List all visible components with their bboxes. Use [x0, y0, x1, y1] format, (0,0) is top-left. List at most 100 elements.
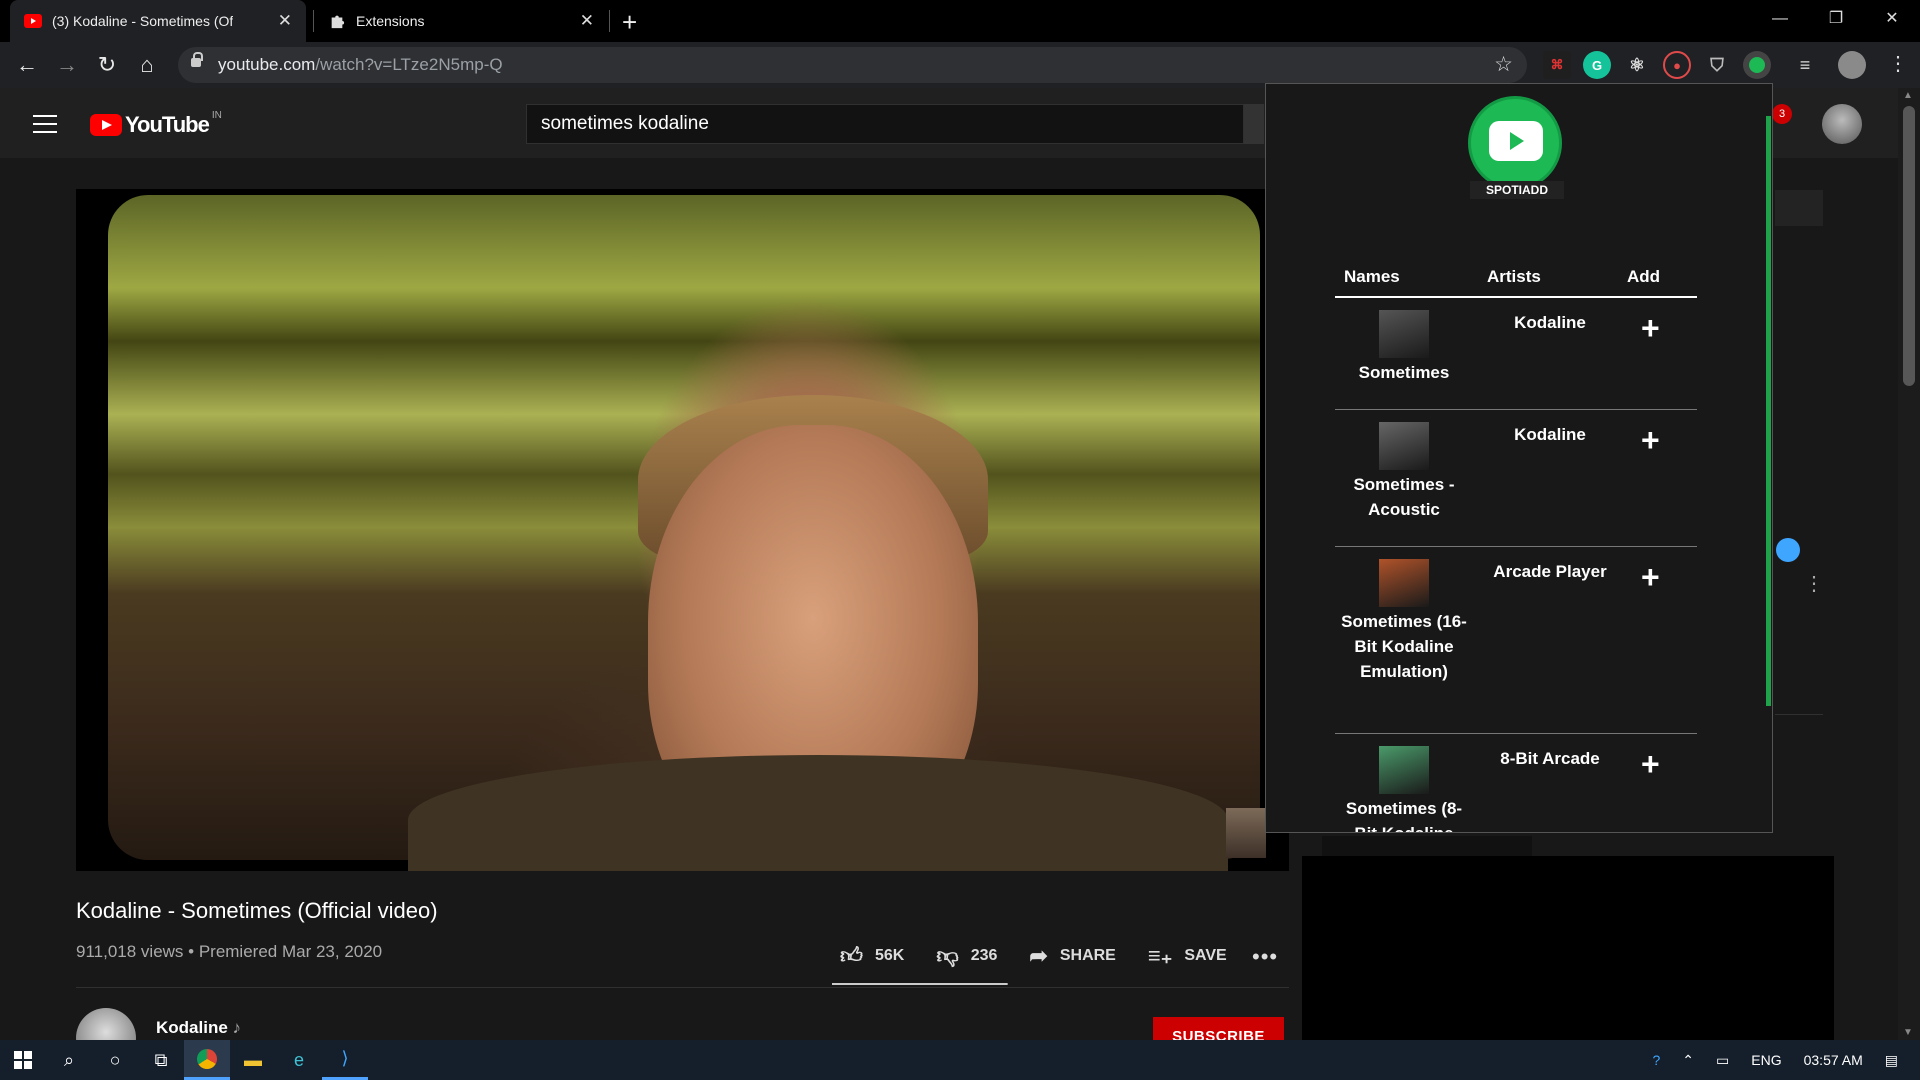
action-center-icon[interactable]: ▤	[1885, 1052, 1898, 1069]
add-track-button[interactable]: +	[1641, 422, 1660, 459]
youtube-account-avatar[interactable]	[1822, 104, 1862, 144]
restore-icon[interactable]: ❐	[1808, 0, 1864, 38]
meta-divider	[76, 987, 1289, 988]
page-scrollbar[interactable]: ▲ ▼	[1898, 88, 1920, 1040]
spotiadd-brand: SPOTIADD	[1470, 181, 1564, 199]
sidebar-thumbnail-strip[interactable]	[1322, 836, 1532, 856]
thumbs-down-icon: 👎︎	[936, 943, 959, 968]
video-end-thumbnail[interactable]	[1226, 808, 1266, 858]
language-indicator[interactable]: ENG	[1751, 1052, 1781, 1068]
chrome-taskbar-icon[interactable]	[184, 1040, 230, 1080]
more-actions-icon[interactable]: •••	[1252, 944, 1278, 970]
scroll-up-icon[interactable]: ▲	[1903, 90, 1913, 101]
youtube-wordmark: YouTube	[125, 112, 210, 137]
browser-toolbar: ← → ↻ ⌂ youtube.com/watch?v=LTze2N5mp-Q …	[0, 42, 1920, 88]
extension-icons: ⌘ G ⚛ ● ⛉ ≡	[1543, 51, 1819, 79]
lock-icon[interactable]	[191, 52, 203, 67]
cortana-icon[interactable]: ○	[92, 1040, 138, 1080]
search-button[interactable]	[1244, 104, 1264, 144]
tab-title: Extensions	[356, 13, 425, 29]
react-devtools-icon[interactable]: ⚛	[1623, 51, 1651, 79]
close-window-icon[interactable]: ✕	[1864, 0, 1920, 38]
notification-badge[interactable]: 3	[1772, 104, 1792, 124]
forward-arrow-icon[interactable]: →	[53, 51, 81, 79]
album-art	[1379, 746, 1429, 794]
shield-icon[interactable]: ⛉	[1703, 51, 1731, 79]
dislike-button[interactable]: 👎︎ 236	[936, 942, 997, 969]
grammarly-icon[interactable]: G	[1583, 51, 1611, 79]
country-code: IN	[211, 109, 222, 121]
youtube-favicon-icon	[24, 14, 42, 28]
music-note-icon: ♪	[232, 1018, 242, 1037]
scrollbar-thumb[interactable]	[1903, 106, 1915, 386]
minimize-icon[interactable]: —	[1752, 0, 1808, 38]
url-text[interactable]: youtube.com/watch?v=LTze2N5mp-Q	[218, 55, 503, 75]
album-art	[1379, 559, 1429, 607]
media-queue-icon[interactable]: ≡	[1791, 51, 1819, 79]
browser-menu-icon[interactable]: ⋮	[1888, 51, 1908, 76]
sidebar-more-icon[interactable]: ⋮	[1804, 574, 1824, 594]
autoplay-toggle[interactable]	[1776, 538, 1800, 562]
home-icon[interactable]: ⌂	[133, 51, 161, 79]
search-icon[interactable]: ⌕	[46, 1040, 92, 1080]
browser-profile-avatar[interactable]	[1838, 51, 1866, 79]
help-icon[interactable]: ?	[1653, 1052, 1661, 1068]
sidebar-video-preview[interactable]	[1302, 856, 1834, 1040]
tab-extensions[interactable]: Extensions ✕	[314, 0, 608, 42]
youtube-logo[interactable]: YouTube IN	[90, 109, 222, 138]
new-tab-icon[interactable]: +	[622, 7, 637, 38]
video-frame	[108, 195, 1260, 871]
scroll-down-icon[interactable]: ▼	[1903, 1027, 1913, 1038]
album-art	[1379, 422, 1429, 470]
playlist-add-icon: ≡₊	[1147, 942, 1173, 968]
sidebar-chip[interactable]	[1775, 190, 1823, 226]
add-track-button[interactable]: +	[1641, 746, 1660, 783]
popup-scrollbar[interactable]	[1766, 116, 1771, 706]
task-view-icon[interactable]: ⧉	[138, 1040, 184, 1080]
video-subject-shirt	[408, 755, 1228, 871]
address-bar[interactable]: youtube.com/watch?v=LTze2N5mp-Q ☆	[178, 47, 1527, 83]
table-header: Names Artists Add	[1335, 259, 1697, 298]
battery-icon[interactable]: ▭	[1716, 1052, 1729, 1069]
back-arrow-icon[interactable]: ←	[13, 51, 41, 79]
bookmark-star-icon[interactable]: ☆	[1494, 52, 1513, 77]
youtube-play-logo-icon	[90, 114, 122, 136]
puzzle-piece-icon	[331, 15, 345, 29]
header-add: Add	[1627, 267, 1661, 286]
file-explorer-icon[interactable]: ▬	[230, 1040, 276, 1080]
track-row: Sometimes - Acoustic Kodaline +	[1335, 410, 1697, 547]
video-player[interactable]	[76, 189, 1289, 871]
reload-icon[interactable]: ↻	[93, 51, 121, 79]
edge-icon[interactable]: e	[276, 1040, 322, 1080]
window-controls: — ❐ ✕	[1752, 0, 1920, 38]
track-name: Sometimes (8-Bit Kodaline	[1345, 799, 1463, 832]
spotiadd-logo	[1468, 96, 1562, 190]
hamburger-menu-icon[interactable]	[33, 115, 57, 133]
clock[interactable]: 03:57 AM	[1804, 1052, 1863, 1068]
spotiadd-extension-icon[interactable]	[1743, 51, 1771, 79]
tray-expand-icon[interactable]: ⌃	[1682, 1052, 1694, 1069]
search-input[interactable]	[527, 105, 1243, 143]
add-track-button[interactable]: +	[1641, 559, 1660, 596]
share-button[interactable]: ➦ SHARE	[1029, 943, 1115, 969]
add-track-button[interactable]: +	[1641, 310, 1660, 347]
tab-youtube[interactable]: (3) Kodaline - Sometimes (Of ✕	[10, 0, 306, 42]
tab-strip: (3) Kodaline - Sometimes (Of ✕ Extension…	[0, 0, 1920, 42]
pdf-icon[interactable]: ⌘	[1543, 51, 1571, 79]
play-tv-icon	[1489, 121, 1543, 161]
album-art	[1379, 310, 1429, 358]
vscode-icon[interactable]: ⟩	[322, 1040, 368, 1080]
like-button[interactable]: 👍︎ 56K	[840, 942, 904, 969]
channel-name[interactable]: Kodaline ♪	[156, 1018, 241, 1038]
search-box[interactable]	[526, 104, 1244, 144]
tab-close-icon[interactable]: ✕	[278, 11, 292, 31]
save-button[interactable]: ≡₊ SAVE	[1148, 943, 1227, 969]
tab-separator	[609, 10, 610, 32]
track-artist: Kodaline	[1514, 425, 1586, 444]
track-name: Sometimes (16-Bit Kodaline Emulation)	[1341, 612, 1467, 681]
track-row: Sometimes (8-Bit Kodaline 8-Bit Arcade +	[1335, 734, 1697, 832]
tab-close-icon[interactable]: ✕	[580, 11, 594, 31]
record-icon[interactable]: ●	[1663, 51, 1691, 79]
like-dislike-ratio-bar	[832, 983, 1008, 985]
windows-start-icon[interactable]	[0, 1040, 46, 1080]
